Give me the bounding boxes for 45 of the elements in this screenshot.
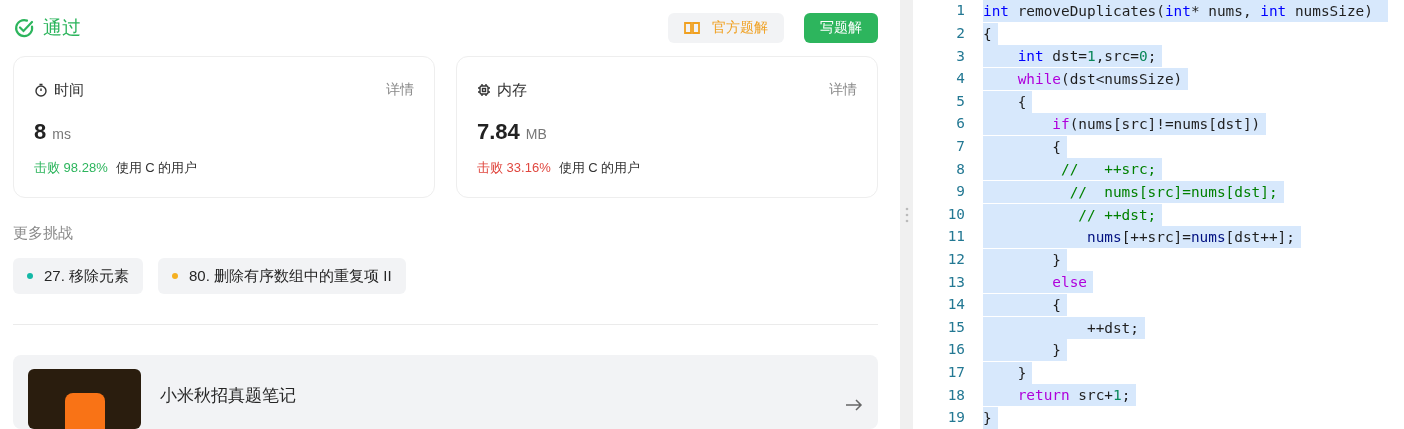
line-number: 8	[955, 159, 966, 179]
section-title: 更多挑战	[13, 222, 74, 243]
promo-card[interactable]: 小米秋招真题笔记	[13, 355, 878, 429]
language-users-text: 使用 C 的用户	[558, 159, 641, 178]
detail-link[interactable]: 详情	[829, 79, 857, 101]
line-number: 1	[955, 1, 966, 21]
line-number: 16	[946, 340, 966, 360]
stat-title: 内存	[497, 79, 527, 100]
challenge-chip[interactable]: 80. 删除有序数组中的重复项 II	[158, 258, 406, 295]
status-text: 通过	[43, 15, 81, 40]
stat-title: 时间	[54, 79, 84, 100]
line-number: 6	[955, 114, 966, 134]
line-number: 5	[955, 91, 966, 111]
line-number: 3	[955, 46, 966, 66]
stat-unit: MB	[525, 125, 547, 145]
promo-title: 小米秋招真题笔记	[160, 385, 296, 407]
beat-percentage: 击败 98.28%	[34, 159, 108, 178]
stat-value: 8	[34, 118, 47, 147]
drag-handle-icon[interactable]	[904, 205, 909, 224]
line-number: 15	[946, 317, 966, 337]
line-number: 9	[955, 182, 966, 202]
arrow-right-icon	[845, 399, 863, 411]
line-number: 14	[946, 295, 966, 315]
write-solution-button[interactable]: 写题解	[804, 12, 878, 43]
language-users-text: 使用 C 的用户	[115, 159, 198, 178]
check-circle-icon	[13, 16, 35, 39]
line-number: 11	[946, 227, 966, 247]
official-solution-button[interactable]: 官方题解	[668, 12, 784, 43]
chip-icon	[477, 82, 491, 97]
stat-unit: ms	[52, 125, 71, 145]
book-icon	[684, 20, 700, 35]
line-number: 12	[946, 250, 966, 269]
stopwatch-icon	[34, 82, 48, 97]
line-number: 7	[955, 137, 966, 157]
line-number: 13	[946, 272, 966, 292]
line-number: 4	[955, 69, 966, 89]
detail-link[interactable]: 详情	[386, 79, 414, 101]
challenge-chip[interactable]: 27. 移除元素	[13, 258, 144, 295]
beat-percentage: 击败 33.16%	[477, 159, 551, 178]
line-number: 19	[946, 408, 966, 428]
line-number: 18	[946, 385, 966, 405]
line-number: 17	[946, 363, 966, 382]
line-number: 2	[955, 24, 966, 44]
stat-value: 7.84	[477, 118, 520, 147]
line-number: 10	[946, 204, 966, 224]
